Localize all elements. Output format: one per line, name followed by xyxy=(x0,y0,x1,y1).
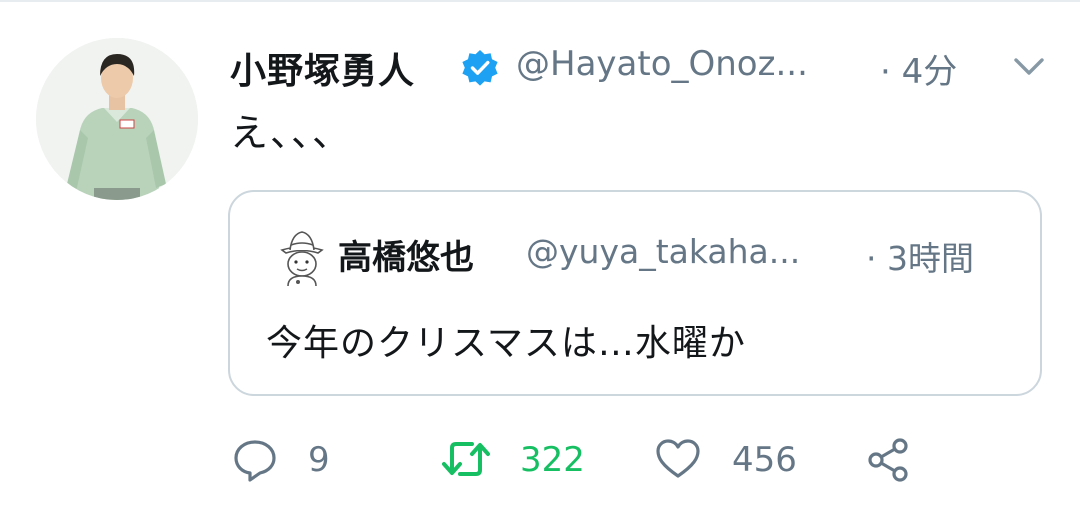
tweet-text: え、、、 xyxy=(230,111,353,155)
reply-count: 9 xyxy=(308,440,330,480)
share-icon xyxy=(868,438,908,482)
share-button[interactable] xyxy=(864,430,924,490)
avatar-photo xyxy=(36,38,198,200)
avatar[interactable] xyxy=(36,38,198,200)
display-name[interactable]: 小野塚勇人 xyxy=(230,42,415,94)
quoted-display-name[interactable]: 高橋悠也 xyxy=(338,230,474,279)
verified-badge-icon xyxy=(462,50,498,86)
quoted-handle[interactable]: @yuya_takaha... xyxy=(526,232,800,271)
action-bar: 9 322 456 xyxy=(0,430,1080,490)
quoted-avatar[interactable] xyxy=(274,226,330,288)
reply-button[interactable]: 9 xyxy=(232,430,352,490)
timestamp[interactable]: · 4分 xyxy=(880,44,957,93)
handle[interactable]: @Hayato_Onoz... xyxy=(516,44,808,84)
quoted-timestamp[interactable]: · 3時間 xyxy=(866,232,974,280)
retweet-icon xyxy=(442,442,490,476)
quoted-text: 今年のクリスマスは…水曜か xyxy=(266,323,746,364)
chevron-down-icon[interactable] xyxy=(1012,52,1046,80)
retweet-button[interactable]: 322 xyxy=(440,430,620,490)
retweet-count: 322 xyxy=(520,440,585,480)
tweet[interactable]: 小野塚勇人 @Hayato_Onoz... · 4分 え、、、 高橋悠也 @yu… xyxy=(0,0,1080,518)
like-count: 456 xyxy=(732,440,797,480)
reply-icon xyxy=(234,440,276,482)
quoted-tweet[interactable]: 高橋悠也 @yuya_takaha... · 3時間 今年のクリスマスは…水曜か xyxy=(228,190,1042,396)
like-button[interactable]: 456 xyxy=(654,430,814,490)
like-icon xyxy=(656,439,700,478)
tweet-header: 小野塚勇人 @Hayato_Onoz... · 4分 xyxy=(230,36,1050,96)
